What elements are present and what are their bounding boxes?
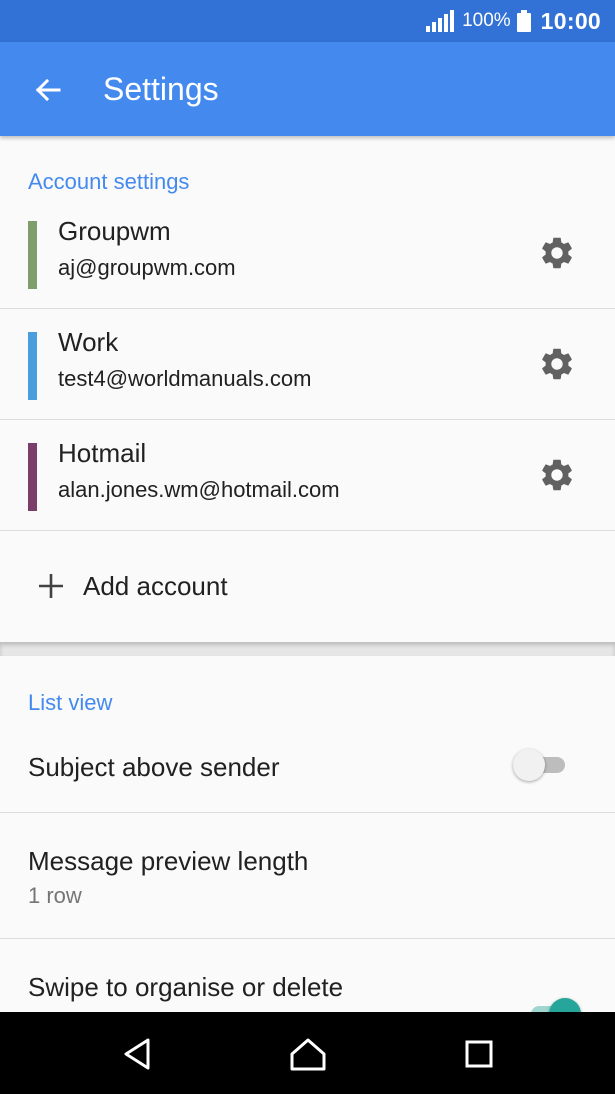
page-title: Settings bbox=[103, 71, 219, 107]
subject-above-sender-toggle[interactable] bbox=[513, 748, 569, 782]
signal-icon bbox=[426, 10, 455, 32]
navigation-bar bbox=[0, 1012, 615, 1094]
gear-icon[interactable] bbox=[538, 456, 576, 494]
plus-icon bbox=[39, 574, 63, 598]
swipe-label: Swipe to organise or delete bbox=[28, 972, 344, 1002]
battery-percent: 100% bbox=[462, 10, 511, 31]
section-divider bbox=[0, 642, 615, 656]
message-preview-length-value: 1 row bbox=[28, 883, 82, 908]
account-name: Groupwm bbox=[58, 216, 171, 246]
home-icon[interactable] bbox=[288, 1034, 328, 1074]
account-color-bar bbox=[28, 332, 37, 400]
account-name: Hotmail bbox=[58, 438, 147, 468]
account-name: Work bbox=[58, 327, 119, 357]
gear-icon[interactable] bbox=[538, 345, 576, 383]
triangle-back-icon[interactable] bbox=[118, 1034, 158, 1074]
message-preview-length-setting[interactable]: Message preview length 1 row bbox=[0, 813, 615, 939]
account-email: test4@worldmanuals.com bbox=[58, 366, 312, 391]
account-item-work[interactable]: Work test4@worldmanuals.com bbox=[0, 309, 615, 420]
gear-icon[interactable] bbox=[538, 234, 576, 272]
account-color-bar bbox=[28, 443, 37, 511]
app-bar: Settings bbox=[0, 42, 615, 136]
battery-icon bbox=[516, 10, 531, 32]
square-recents-icon[interactable] bbox=[459, 1034, 499, 1074]
account-email: aj@groupwm.com bbox=[58, 255, 236, 280]
account-settings-header: Account settings bbox=[28, 169, 190, 194]
account-email: alan.jones.wm@hotmail.com bbox=[58, 477, 340, 502]
add-account-button[interactable]: Add account bbox=[0, 531, 615, 641]
message-preview-length-label: Message preview length bbox=[28, 846, 309, 876]
subject-above-sender-label: Subject above sender bbox=[28, 752, 280, 782]
account-item-hotmail[interactable]: Hotmail alan.jones.wm@hotmail.com bbox=[0, 420, 615, 531]
account-color-bar bbox=[28, 221, 37, 289]
add-account-label: Add account bbox=[83, 571, 228, 601]
status-bar: 100% 10:00 bbox=[0, 0, 615, 42]
toggle-thumb bbox=[513, 749, 545, 781]
list-view-header: List view bbox=[28, 690, 113, 715]
arrow-left-icon[interactable] bbox=[30, 72, 66, 108]
account-item-groupwm[interactable]: Groupwm aj@groupwm.com bbox=[0, 198, 615, 309]
clock: 10:00 bbox=[540, 7, 601, 34]
subject-above-sender-setting[interactable]: Subject above sender bbox=[0, 722, 615, 813]
